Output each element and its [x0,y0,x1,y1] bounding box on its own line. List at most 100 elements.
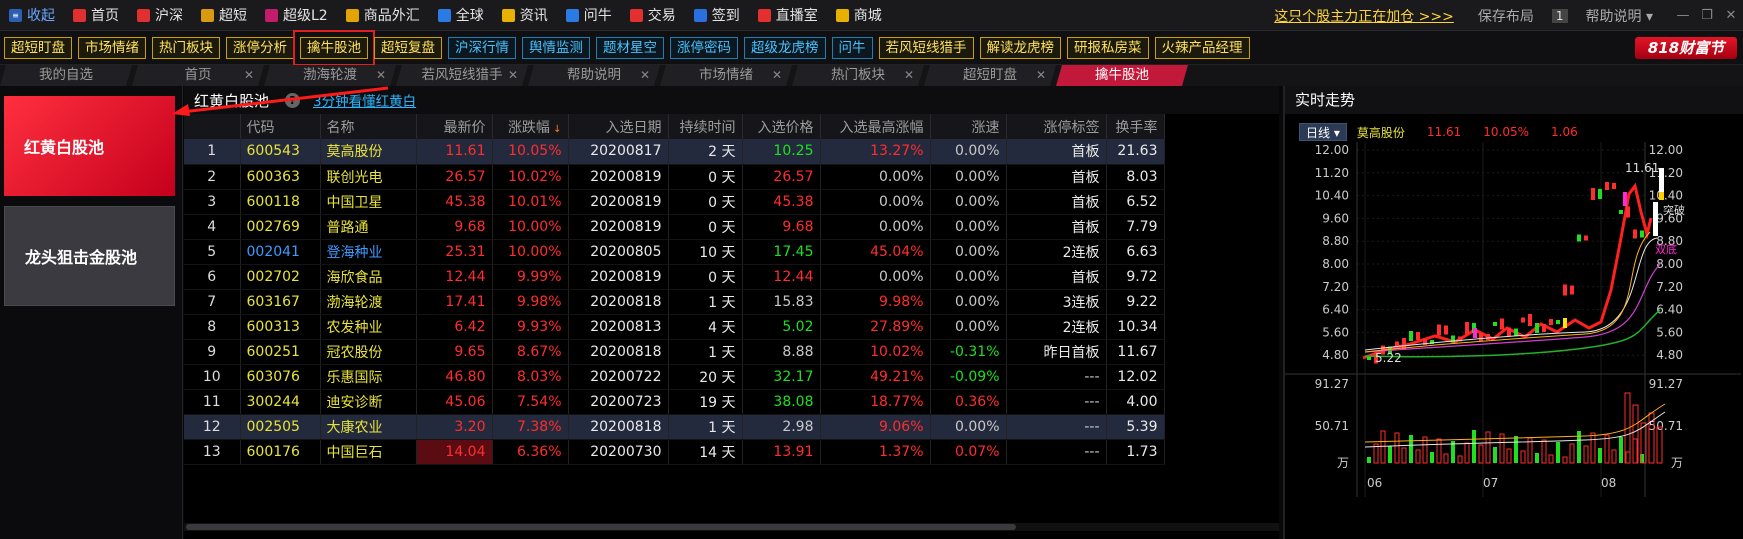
menu-item-11[interactable]: 商城 [827,0,891,31]
close-icon[interactable]: ✕ [1719,8,1743,23]
toolbar-button-13[interactable]: 解读龙虎榜 [979,36,1061,59]
scrollbar-thumb[interactable] [186,524,1016,530]
tab-close-icon[interactable]: ✕ [904,65,914,86]
column-header-5[interactable]: 入选日期 [568,114,669,139]
menu-item-3[interactable]: 超级L2 [256,0,337,31]
cell-turn: 5.39 [1106,414,1165,440]
column-header-3[interactable]: 最新价 [416,114,493,139]
column-header-2[interactable]: 名称 [320,114,417,139]
menu-item-8[interactable]: 交易 [621,0,685,31]
toolbar-button-4[interactable]: 擒牛股池 [293,29,375,66]
tab-4[interactable]: 帮助说明 ✕ [528,65,660,86]
column-header-7[interactable]: 入选价格 [742,114,821,139]
table-row[interactable]: 9 600251 冠农股份 9.65 8.67% 20200818 1 天 8.88 10.02… [184,339,1165,365]
cell-entry: 10.25 [742,139,821,165]
cell-entry: 9.68 [742,214,821,240]
column-header-0[interactable] [184,114,241,139]
menu-item-9[interactable]: 签到 [685,0,749,31]
column-header-6[interactable]: 持续时间 [668,114,743,139]
toolbar-button-12[interactable]: 若风短线猎手 [878,36,974,59]
candle [1409,331,1413,341]
save-layout-button[interactable]: 保存布局 [1478,6,1534,26]
table-row[interactable]: 4 002769 普路通 9.68 10.00% 20200819 0 天 9.68 0.00%… [184,214,1165,240]
kline-chart[interactable]: 12.00 12.0011.20 11.2010.40 10.409.60 9.608.… [1285,142,1741,537]
table-row[interactable]: 7 603167 渤海轮渡 17.41 9.98% 20200818 1 天 15.83 9.9… [184,289,1165,315]
column-header-11[interactable]: 换手率 [1106,114,1165,139]
toolbar-button-3[interactable]: 涨停分析 [226,36,294,59]
cell-entry: 15.83 [742,289,821,315]
toolbar-button-14[interactable]: 研报私房菜 [1067,36,1149,59]
help-icon[interactable]: ? [285,92,301,108]
pool-guide-link[interactable]: 3分钟看懂红黄白 [313,90,416,110]
toolbar-button-10[interactable]: 超级龙虎榜 [744,36,826,59]
menu-item-2[interactable]: 超短 [192,0,256,31]
menu-item-10[interactable]: 直播室 [749,0,827,31]
tab-close-icon[interactable]: ✕ [640,65,650,86]
brand-banner[interactable]: 818财富节 [1635,37,1737,59]
minimize-icon[interactable]: — [1671,8,1695,23]
toolbar-button-9[interactable]: 涨停密码 [670,36,738,59]
table-row[interactable]: 10 603076 乐惠国际 46.80 8.03% 20200722 20 天 32.17 4… [184,364,1165,390]
tab-close-icon[interactable]: ✕ [508,65,518,86]
table-row[interactable]: 12 002505 大康农业 3.20 7.38% 20200818 1 天 2.98 9.06… [184,414,1165,440]
column-header-8[interactable]: 入选最高涨幅 [820,114,931,139]
column-header-label: 入选最高涨幅 [839,119,924,136]
breakout-label: 突破 [1663,203,1685,217]
cell-speed: 0.00% [930,414,1007,440]
table-row[interactable]: 3 600118 中国卫星 45.38 10.01% 20200819 0 天 45.38 0.… [184,189,1165,215]
toolbar-button-7[interactable]: 舆情监测 [522,36,590,59]
period-select[interactable]: 日线 ▾ [1299,123,1347,141]
column-header-9[interactable]: 涨速 [930,114,1007,139]
tab-2[interactable]: 渤海轮渡 ✕ [264,65,396,86]
menu-item-6[interactable]: 资讯 [493,0,557,31]
menu-item-7[interactable]: 问牛 [557,0,621,31]
tab-close-icon[interactable]: ✕ [244,65,254,86]
table-row[interactable]: 11 300244 迪安诊断 45.06 7.54% 20200723 19 天 38.08 1… [184,389,1165,415]
toolbar-button-11[interactable]: 问牛 [831,36,873,59]
tab-close-icon[interactable]: ✕ [1036,65,1046,86]
table-row[interactable]: 6 002702 海欣食品 12.44 9.99% 20200819 0 天 12.44 0.0… [184,264,1165,290]
toolbar-button-1[interactable]: 市场情绪 [78,36,146,59]
tab-8[interactable]: 擒牛股池 [1056,65,1188,86]
column-header-4[interactable]: 涨跌幅 ↓ [492,114,569,139]
menu-item-5[interactable]: 全球 [429,0,493,31]
tab-1[interactable]: 首页 ✕ [132,65,264,86]
window-number-badge[interactable]: 1 [1551,8,1568,23]
period-chevron-icon: ▾ [1333,126,1340,140]
tab-close-icon[interactable]: ✕ [772,65,782,86]
toolbar-button-2[interactable]: 热门板块 [152,36,220,59]
toolbar-button-15[interactable]: 火辣产品经理 [1154,36,1250,59]
tab-7[interactable]: 超短盯盘 ✕ [924,65,1056,86]
toolbar-button-0[interactable]: 超短盯盘 [4,36,72,59]
cell-speed: 0.36% [930,389,1007,415]
cell-turn: 4.00 [1106,389,1165,415]
horizontal-scrollbar[interactable] [184,523,1279,531]
menu-item-0[interactable]: 首页 [64,0,128,31]
table-row[interactable]: 1 600543 莫高股份 11.61 10.05% 20200817 2 天 10.25 13… [184,139,1165,165]
menu-item-1[interactable]: 沪深 [128,0,192,31]
column-header-10[interactable]: 涨停标签 [1006,114,1107,139]
table-row[interactable]: 13 600176 中国巨石 14.04 6.36% 20200730 14 天 13.91 1… [184,439,1165,465]
menu-item-4[interactable]: 商品外汇 [337,0,429,31]
tab-0[interactable]: 我的自选 [0,65,132,86]
tab-6[interactable]: 热门板块 ✕ [792,65,924,86]
toolbar-button-8[interactable]: 题材星空 [596,36,664,59]
table-row[interactable]: 8 600313 农发种业 6.42 9.93% 20200813 4 天 5.02 27.89… [184,314,1165,340]
tab-close-icon[interactable]: ✕ [376,65,386,86]
red-yellow-white-pool-button[interactable]: 红黄白股池 [4,96,175,196]
cell-entry: 8.88 [742,339,821,365]
table-row[interactable]: 5 002041 登海种业 25.31 10.00% 20200805 10 天 17.45 4… [184,239,1165,265]
cell-idx: 8 [184,314,241,340]
cell-price: 6.42 [416,314,493,340]
help-menu-button[interactable]: 帮助说明 ▾ [1586,6,1653,26]
tab-3[interactable]: 若风短线猎手 ✕ [396,65,528,86]
restore-icon[interactable]: ❐ [1695,8,1719,23]
promo-link[interactable]: 这只个股主力正在加仓 >>> [1274,6,1454,26]
toolbar-button-5[interactable]: 超短复盘 [374,36,442,59]
table-row[interactable]: 2 600363 联创光电 26.57 10.02% 20200819 0 天 26.57 0.… [184,164,1165,190]
dragon-head-pool-button[interactable]: 龙头狙击金股池 [4,206,175,306]
tab-5[interactable]: 市场情绪 ✕ [660,65,792,86]
column-header-1[interactable]: 代码 [240,114,321,139]
toolbar-button-6[interactable]: 沪深行情 [448,36,516,59]
collapse-button[interactable]: ≡ 收起 [0,0,64,31]
